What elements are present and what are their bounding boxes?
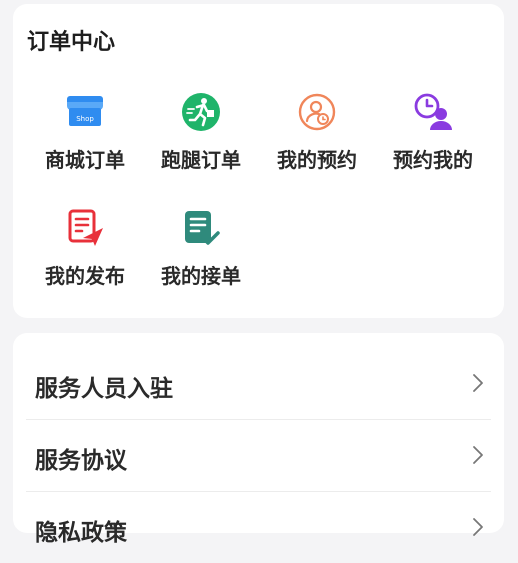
shop-icon: Shop — [67, 96, 103, 126]
courier-run-icon — [182, 93, 220, 131]
chevron-right-icon — [473, 374, 483, 392]
chevron-right-icon — [473, 446, 483, 464]
menu-item-label: 服务人员入驻 — [35, 376, 173, 402]
menu-card: 服务人员入驻 服务协议 隐私政策 — [13, 333, 504, 546]
clock-user-icon — [414, 93, 452, 130]
document-send-icon — [68, 209, 103, 246]
menu-item-service-agreement[interactable]: 服务协议 — [26, 419, 491, 491]
appointments-for-me-item[interactable]: 预约我的 — [375, 90, 491, 173]
user-clock-icon — [298, 93, 336, 131]
order-center-card: 订单中心 Shop 商城订单 跑腿订单 我的预约 预约我的 我的发布 我的接单 — [13, 4, 504, 318]
my-posts-item[interactable]: 我的发布 — [27, 206, 143, 289]
chevron-right-icon — [473, 518, 483, 536]
mall-orders-label: 商城订单 — [45, 148, 125, 172]
menu-item-label: 隐私政策 — [35, 520, 127, 546]
mall-orders-item[interactable]: Shop 商城订单 — [27, 90, 143, 173]
menu-item-label: 服务协议 — [35, 448, 127, 474]
my-appointments-item[interactable]: 我的预约 — [259, 90, 375, 173]
my-posts-label: 我的发布 — [45, 264, 125, 288]
menu-item-staff-onboarding[interactable]: 服务人员入驻 — [26, 347, 491, 419]
my-accepted-orders-item[interactable]: 我的接单 — [143, 206, 259, 289]
errand-orders-label: 跑腿订单 — [161, 148, 241, 172]
shop-badge-text: Shop — [76, 115, 94, 123]
appointments-for-me-label: 预约我的 — [393, 148, 473, 172]
menu-item-privacy-policy[interactable]: 隐私政策 — [26, 491, 491, 563]
errand-orders-item[interactable]: 跑腿订单 — [143, 90, 259, 173]
my-accepted-orders-label: 我的接单 — [161, 264, 241, 288]
order-center-title: 订单中心 — [27, 30, 116, 55]
my-appointments-label: 我的预约 — [277, 148, 357, 172]
document-check-icon — [185, 211, 220, 245]
